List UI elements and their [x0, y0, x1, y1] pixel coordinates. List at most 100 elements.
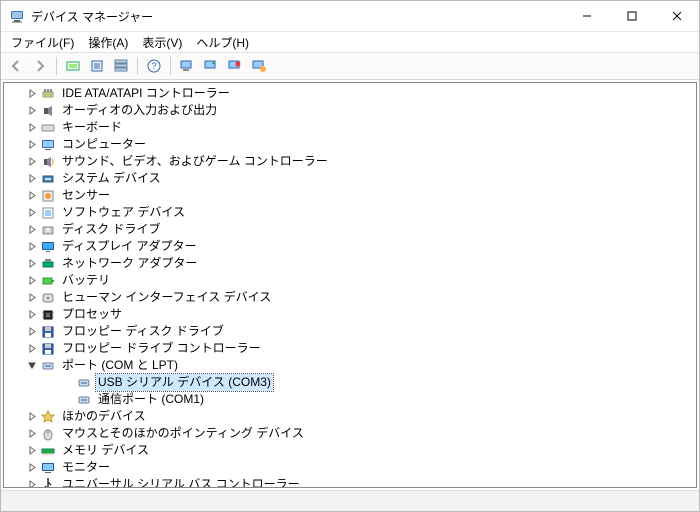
- expander-closed-icon[interactable]: [26, 411, 38, 423]
- device-tree[interactable]: IDE ATA/ATAPI コントローラーオーディオの入力および出力キーボードコ…: [4, 83, 696, 487]
- sound-icon: [40, 154, 56, 170]
- menu-action[interactable]: 操作(A): [82, 32, 134, 53]
- tree-row[interactable]: システム デバイス: [4, 170, 696, 187]
- expander-closed-icon[interactable]: [26, 156, 38, 168]
- tree-row[interactable]: バッテリ: [4, 272, 696, 289]
- software-icon: [40, 205, 56, 221]
- hid-icon: [40, 290, 56, 306]
- expander-closed-icon[interactable]: [26, 343, 38, 355]
- tree-row[interactable]: ディスプレイ アダプター: [4, 238, 696, 255]
- menu-view[interactable]: 表示(V): [136, 32, 188, 53]
- tree-node-label[interactable]: ネットワーク アダプター: [60, 255, 199, 272]
- tree-node-label[interactable]: システム デバイス: [60, 170, 163, 187]
- tree-node-label[interactable]: コンピューター: [60, 136, 148, 153]
- tree-row[interactable]: ディスク ドライブ: [4, 221, 696, 238]
- expander-closed-icon[interactable]: [26, 292, 38, 304]
- menu-help[interactable]: ヘルプ(H): [190, 32, 255, 53]
- titlebar: デバイス マネージャー: [1, 1, 699, 32]
- toolbar-properties-button[interactable]: [86, 55, 108, 77]
- expander-closed-icon[interactable]: [26, 207, 38, 219]
- tree-row[interactable]: フロッピー ディスク ドライブ: [4, 323, 696, 340]
- tree-node-label[interactable]: メモリ デバイス: [60, 442, 151, 459]
- tree-node-label[interactable]: USB シリアル デバイス (COM3): [96, 374, 273, 391]
- tree-row[interactable]: サウンド、ビデオ、およびゲーム コントローラー: [4, 153, 696, 170]
- tree-row[interactable]: フロッピー ドライブ コントローラー: [4, 340, 696, 357]
- tree-node-label[interactable]: ヒューマン インターフェイス デバイス: [60, 289, 273, 306]
- menu-file[interactable]: ファイル(F): [5, 32, 80, 53]
- computer-icon: [40, 137, 56, 153]
- expander-closed-icon[interactable]: [26, 190, 38, 202]
- window-title: デバイス マネージャー: [31, 8, 564, 25]
- expander-closed-icon[interactable]: [26, 445, 38, 457]
- maximize-button[interactable]: [609, 1, 654, 31]
- tree-row[interactable]: USB シリアル デバイス (COM3): [4, 374, 696, 391]
- tree-node-label[interactable]: フロッピー ディスク ドライブ: [60, 323, 226, 340]
- tree-node-label[interactable]: マウスとそのほかのポインティング デバイス: [60, 425, 306, 442]
- expander-closed-icon[interactable]: [26, 173, 38, 185]
- tree-node-label[interactable]: ディスク ドライブ: [60, 221, 163, 238]
- audio-icon: [40, 103, 56, 119]
- tree-node-label[interactable]: サウンド、ビデオ、およびゲーム コントローラー: [60, 153, 330, 170]
- tree-row[interactable]: 通信ポート (COM1): [4, 391, 696, 408]
- tree-row[interactable]: オーディオの入力および出力: [4, 102, 696, 119]
- svg-text:?: ?: [151, 61, 156, 71]
- tree-node-label[interactable]: フロッピー ドライブ コントローラー: [60, 340, 263, 357]
- tree-node-label[interactable]: オーディオの入力および出力: [60, 102, 219, 119]
- tree-row[interactable]: マウスとそのほかのポインティング デバイス: [4, 425, 696, 442]
- toolbar-forward-button[interactable]: [29, 55, 51, 77]
- expander-closed-icon[interactable]: [26, 428, 38, 440]
- expander-closed-icon[interactable]: [26, 258, 38, 270]
- tree-node-label[interactable]: ほかのデバイス: [60, 408, 148, 425]
- tree-row[interactable]: ユニバーサル シリアル バス コントローラー: [4, 476, 696, 487]
- tree-row[interactable]: センサー: [4, 187, 696, 204]
- toolbar-back-button[interactable]: [5, 55, 27, 77]
- tree-node-label[interactable]: 通信ポート (COM1): [96, 391, 206, 408]
- tree-node-label[interactable]: ディスプレイ アダプター: [60, 238, 199, 255]
- tree-row[interactable]: プロセッサ: [4, 306, 696, 323]
- expander-closed-icon[interactable]: [26, 326, 38, 338]
- tree-row[interactable]: コンピューター: [4, 136, 696, 153]
- expander-open-icon[interactable]: [26, 360, 38, 372]
- tree-node-label[interactable]: バッテリ: [60, 272, 112, 289]
- port-icon: [76, 375, 92, 391]
- expander-closed-icon[interactable]: [26, 224, 38, 236]
- expander-closed-icon[interactable]: [26, 241, 38, 253]
- toolbar-details-button[interactable]: [110, 55, 132, 77]
- toolbar-scan-button[interactable]: [176, 55, 198, 77]
- expander-closed-icon[interactable]: [26, 105, 38, 117]
- tree-row[interactable]: ネットワーク アダプター: [4, 255, 696, 272]
- minimize-button[interactable]: [564, 1, 609, 31]
- tree-row[interactable]: ポート (COM と LPT): [4, 357, 696, 374]
- expander-closed-icon[interactable]: [26, 479, 38, 488]
- tree-node-label[interactable]: IDE ATA/ATAPI コントローラー: [60, 85, 232, 102]
- sensor-icon: [40, 188, 56, 204]
- tree-node-label[interactable]: ポート (COM と LPT): [60, 357, 180, 374]
- tree-node-label[interactable]: センサー: [60, 187, 112, 204]
- expander-closed-icon[interactable]: [26, 309, 38, 321]
- toolbar-update-button[interactable]: [200, 55, 222, 77]
- toolbar-show-hidden-button[interactable]: [62, 55, 84, 77]
- tree-node-label[interactable]: ユニバーサル シリアル バス コントローラー: [60, 476, 302, 487]
- tree-row[interactable]: メモリ デバイス: [4, 442, 696, 459]
- tree-row[interactable]: ほかのデバイス: [4, 408, 696, 425]
- tree-node-label[interactable]: ソフトウェア デバイス: [60, 204, 187, 221]
- tree-row[interactable]: モニター: [4, 459, 696, 476]
- other-icon: [40, 409, 56, 425]
- tree-row[interactable]: ヒューマン インターフェイス デバイス: [4, 289, 696, 306]
- close-button[interactable]: [654, 1, 699, 31]
- expander-closed-icon[interactable]: [26, 122, 38, 134]
- expander-closed-icon[interactable]: [26, 139, 38, 151]
- expander-closed-icon[interactable]: [26, 275, 38, 287]
- device-manager-window: デバイス マネージャー ファイル(F) 操作(A) 表示(V) ヘルプ(H): [0, 0, 700, 512]
- tree-row[interactable]: キーボード: [4, 119, 696, 136]
- toolbar-uninstall-button[interactable]: [224, 55, 246, 77]
- tree-row[interactable]: ソフトウェア デバイス: [4, 204, 696, 221]
- toolbar-disable-button[interactable]: [248, 55, 270, 77]
- tree-node-label[interactable]: キーボード: [60, 119, 124, 136]
- tree-row[interactable]: IDE ATA/ATAPI コントローラー: [4, 85, 696, 102]
- tree-node-label[interactable]: モニター: [60, 459, 112, 476]
- toolbar-help-button[interactable]: ?: [143, 55, 165, 77]
- expander-closed-icon[interactable]: [26, 462, 38, 474]
- expander-closed-icon[interactable]: [26, 88, 38, 100]
- tree-node-label[interactable]: プロセッサ: [60, 306, 124, 323]
